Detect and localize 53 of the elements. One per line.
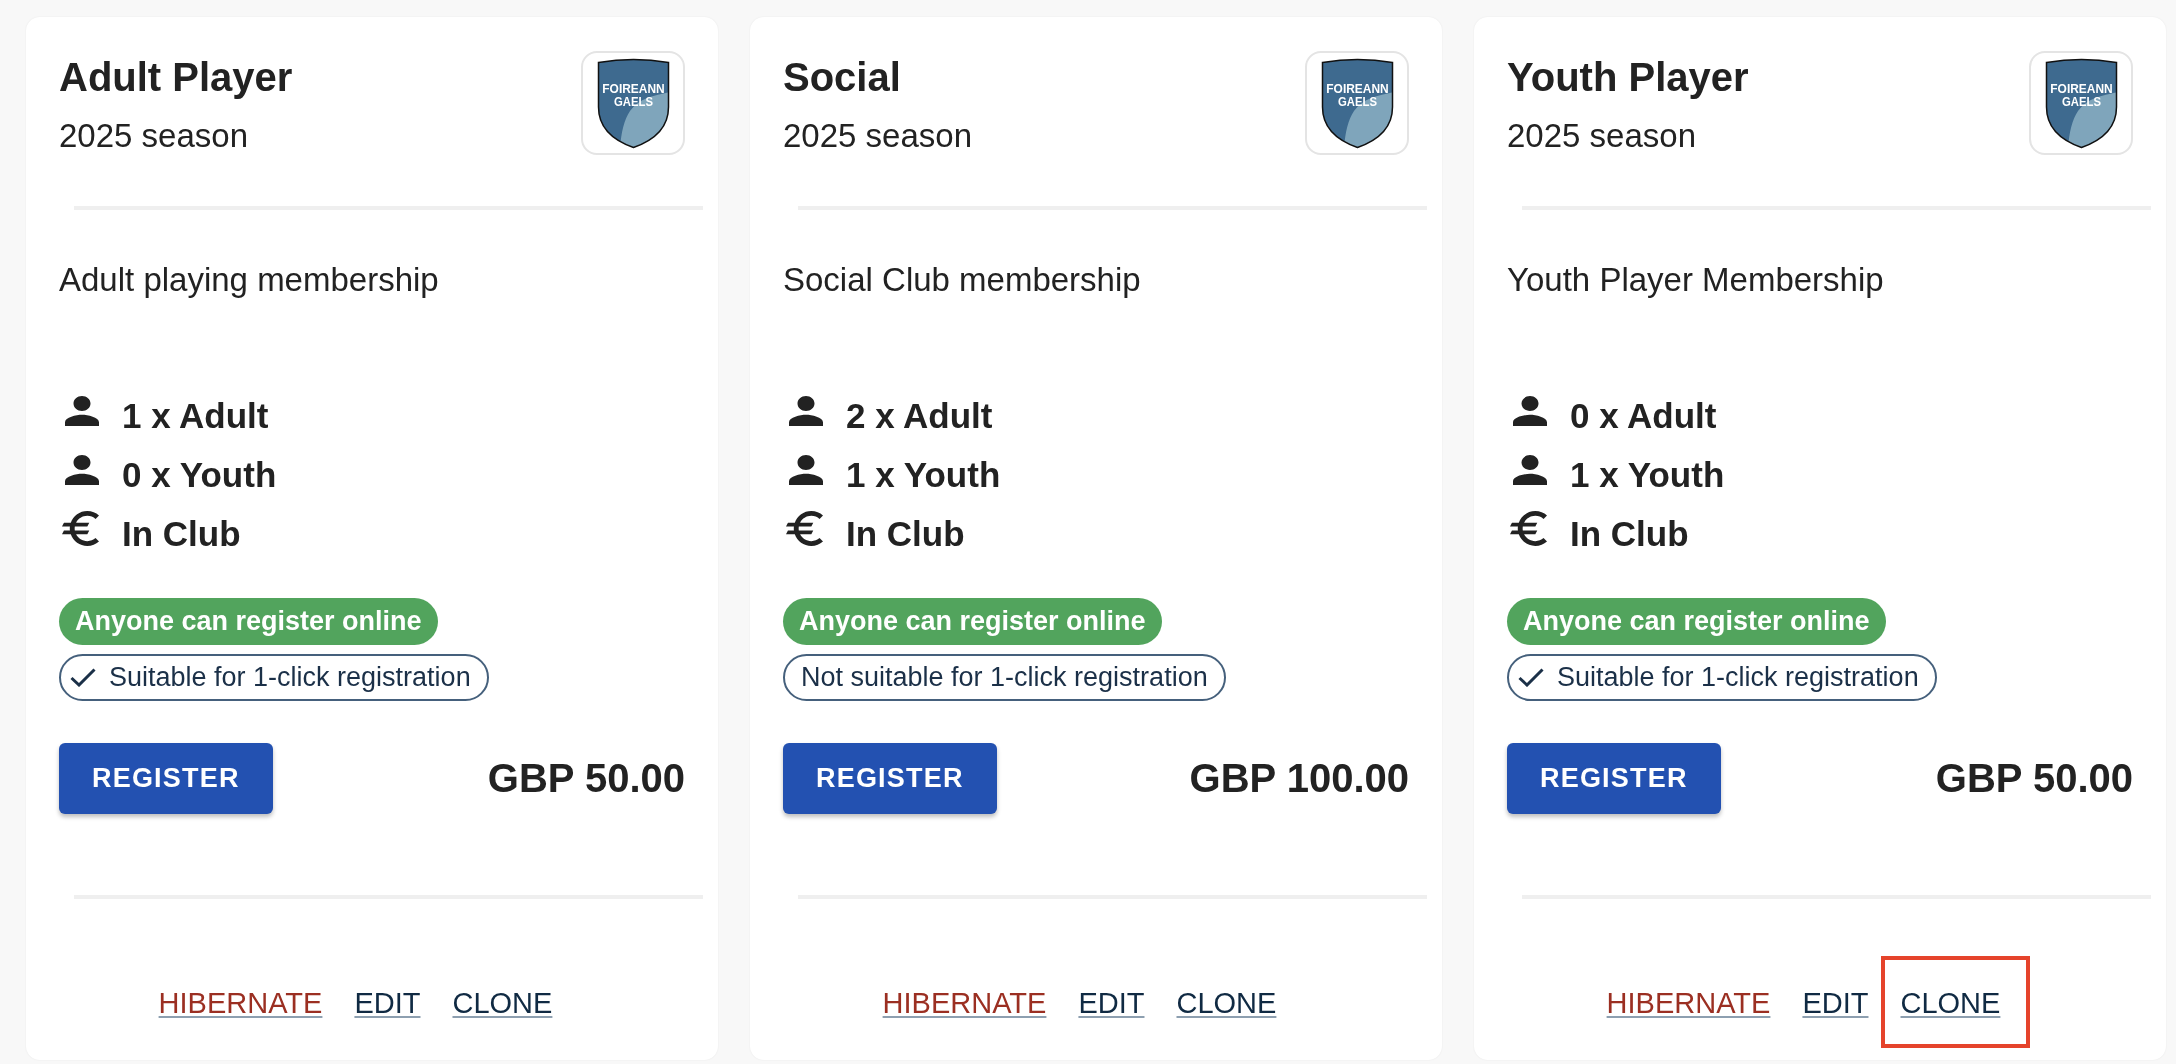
action-link[interactable]: EDIT <box>1802 985 1869 1021</box>
card-description: Social Club membership <box>783 260 1142 299</box>
action-link[interactable]: CLONE <box>1176 985 1277 1021</box>
feature-label: 1 x Adult <box>122 395 269 438</box>
crest-logo: FOIREANN GAELS <box>596 57 670 149</box>
register-button[interactable]: REGISTER <box>59 743 273 814</box>
price-label: GBP 100.00 <box>1189 755 1409 802</box>
euro-icon <box>1510 511 1547 547</box>
person-icon <box>789 395 823 426</box>
badge-label: Suitable for 1-click registration <box>109 662 471 693</box>
person-icon <box>65 395 99 426</box>
crest-logo: FOIREANN GAELS <box>2044 57 2118 149</box>
action-link[interactable]: HIBERNATE <box>882 985 1047 1021</box>
check-icon <box>1518 668 1544 687</box>
feature-label: In Club <box>122 513 241 556</box>
action-link[interactable]: CLONE <box>1900 985 2001 1021</box>
action-link[interactable]: HIBERNATE <box>1606 985 1771 1021</box>
person-icon <box>1513 395 1547 426</box>
season-label: 2025 season <box>783 116 972 155</box>
check-icon <box>70 668 96 687</box>
feature-label: In Club <box>1570 513 1689 556</box>
action-link[interactable]: EDIT <box>354 985 421 1021</box>
euro-icon <box>62 511 99 547</box>
feature-label: In Club <box>846 513 965 556</box>
register-button[interactable]: REGISTER <box>1507 743 1721 814</box>
euro-icon <box>786 511 823 547</box>
crest-logo: FOIREANN GAELS <box>1320 57 1394 149</box>
badge-label: Not suitable for 1-click registration <box>801 662 1208 693</box>
person-icon <box>65 454 99 485</box>
card-title: Youth Player <box>1507 54 1749 100</box>
season-label: 2025 season <box>59 116 249 155</box>
person-icon <box>789 454 823 485</box>
card-title: Social <box>783 54 902 100</box>
badge-label: Suitable for 1-click registration <box>1557 662 1919 693</box>
feature-label: 1 x Youth <box>846 454 1001 497</box>
action-link[interactable]: CLONE <box>452 985 553 1021</box>
feature-label: 1 x Youth <box>1570 454 1725 497</box>
card-description: Youth Player Membership <box>1507 260 1885 299</box>
card-title: Adult Player <box>59 54 293 100</box>
register-button[interactable]: REGISTER <box>783 743 997 814</box>
registration-badge: Anyone can register online <box>1507 598 1886 645</box>
price-label: GBP 50.00 <box>1935 755 2133 802</box>
season-label: 2025 season <box>1507 116 1697 155</box>
person-icon <box>1513 454 1547 485</box>
feature-label: 0 x Adult <box>1570 395 1717 438</box>
price-label: GBP 50.00 <box>487 755 685 802</box>
feature-label: 0 x Youth <box>122 454 277 497</box>
action-link[interactable]: EDIT <box>1078 985 1145 1021</box>
card-description: Adult playing membership <box>59 260 440 299</box>
registration-badge: Anyone can register online <box>783 598 1162 645</box>
registration-badge: Anyone can register online <box>59 598 438 645</box>
feature-label: 2 x Adult <box>846 395 993 438</box>
action-link[interactable]: HIBERNATE <box>158 985 323 1021</box>
